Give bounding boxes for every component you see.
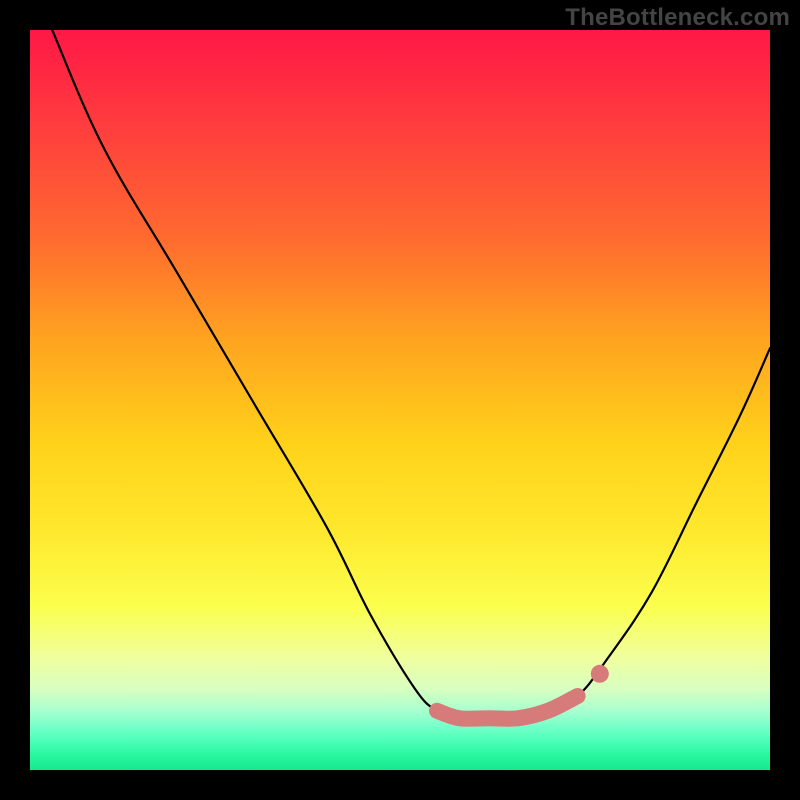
bottleneck-curve-path (52, 30, 770, 719)
chart-frame: TheBottleneck.com (0, 0, 800, 800)
chart-svg (30, 30, 770, 770)
plot-area (30, 30, 770, 770)
bottleneck-highlight-path (437, 696, 578, 719)
watermark-text: TheBottleneck.com (565, 4, 790, 32)
bottleneck-highlight-dot (591, 665, 609, 683)
